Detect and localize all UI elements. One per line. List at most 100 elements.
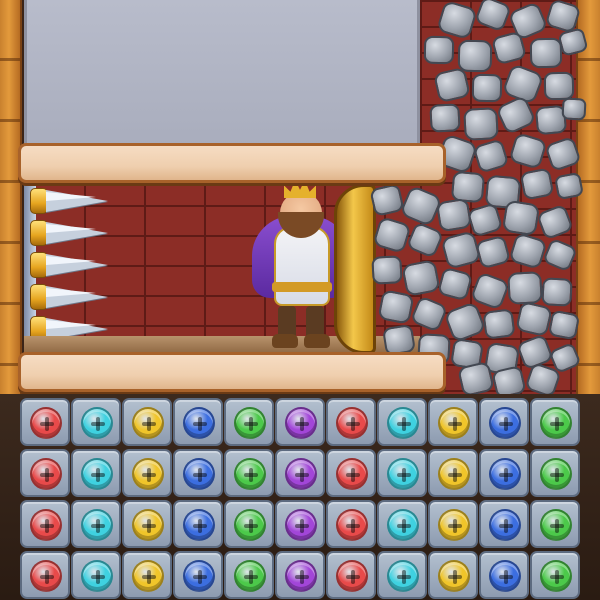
screw-tile[interactable] (326, 398, 376, 446)
screw-tile[interactable] (20, 398, 70, 446)
screw-tile[interactable] (173, 500, 223, 548)
screw-green-icon (540, 509, 572, 541)
screw-purple-icon (285, 509, 317, 541)
screw-cyan-icon (81, 407, 113, 439)
screw-tile[interactable] (224, 449, 274, 497)
king-armor (274, 226, 330, 306)
screw-tile[interactable] (479, 551, 529, 599)
rock-icon (423, 35, 455, 65)
rock-icon (541, 277, 573, 307)
screw-tile[interactable] (71, 551, 121, 599)
screw-tile[interactable] (275, 551, 325, 599)
screw-green-icon (234, 560, 266, 592)
screw-blue-icon (183, 458, 215, 490)
screw-tile[interactable] (530, 551, 580, 599)
screw-blue-icon (183, 407, 215, 439)
screw-tile[interactable] (20, 500, 70, 548)
screw-red-icon (336, 509, 368, 541)
rock-icon (547, 309, 581, 341)
screw-tile[interactable] (428, 449, 478, 497)
rock-icon (435, 197, 473, 233)
screw-yellow-icon (132, 560, 164, 592)
screw-tile[interactable] (326, 551, 376, 599)
screw-tile[interactable] (173, 551, 223, 599)
spike-icon (30, 251, 110, 279)
screw-tile[interactable] (479, 398, 529, 446)
screw-yellow-icon (438, 509, 470, 541)
rock-icon (529, 37, 563, 69)
game-scene (0, 0, 600, 600)
screw-tile[interactable] (122, 500, 172, 548)
screw-tile[interactable] (173, 449, 223, 497)
screw-tile[interactable] (479, 500, 529, 548)
screw-tile[interactable] (122, 551, 172, 599)
screw-red-icon (30, 560, 62, 592)
screw-tile[interactable] (530, 500, 580, 548)
screw-green-icon (540, 458, 572, 490)
rock-icon (457, 39, 493, 73)
screw-green-icon (234, 407, 266, 439)
screw-yellow-icon (438, 560, 470, 592)
screw-tile[interactable] (326, 500, 376, 548)
screw-tile[interactable] (224, 551, 274, 599)
screw-tile[interactable] (122, 398, 172, 446)
screw-blue-icon (489, 509, 521, 541)
rock-icon (482, 308, 516, 340)
screw-tile[interactable] (377, 551, 427, 599)
screw-cyan-icon (387, 560, 419, 592)
screw-tile[interactable] (71, 500, 121, 548)
screw-cyan-icon (81, 560, 113, 592)
screw-red-icon (336, 407, 368, 439)
screw-tile[interactable] (122, 449, 172, 497)
screw-tile[interactable] (428, 551, 478, 599)
screw-tile[interactable] (275, 398, 325, 446)
spike-icon (30, 283, 110, 311)
screw-tile[interactable] (530, 398, 580, 446)
screw-tile[interactable] (377, 398, 427, 446)
screw-purple-icon (285, 560, 317, 592)
rock-icon (471, 73, 503, 103)
rock-icon (429, 103, 461, 133)
screw-tile[interactable] (224, 398, 274, 446)
screw-tile[interactable] (326, 449, 376, 497)
screw-tile[interactable] (20, 449, 70, 497)
screw-tile[interactable] (71, 449, 121, 497)
screw-red-icon (336, 458, 368, 490)
screw-tile[interactable] (275, 449, 325, 497)
screw-tile[interactable] (377, 500, 427, 548)
screw-tile[interactable] (377, 449, 427, 497)
screw-blue-icon (489, 407, 521, 439)
screw-tile[interactable] (428, 398, 478, 446)
screw-blue-icon (183, 509, 215, 541)
rock-icon (561, 97, 587, 121)
screw-cyan-icon (387, 458, 419, 490)
screw-cyan-icon (81, 509, 113, 541)
rock-icon (377, 289, 415, 325)
screw-tile[interactable] (275, 500, 325, 548)
screw-tile[interactable] (71, 398, 121, 446)
screw-tile[interactable] (173, 398, 223, 446)
screw-yellow-icon (132, 407, 164, 439)
screw-tile[interactable] (20, 551, 70, 599)
screw-yellow-icon (438, 458, 470, 490)
screw-blue-icon (489, 560, 521, 592)
rock-icon (371, 255, 403, 285)
wood-frame-left (0, 0, 22, 400)
screw-yellow-icon (132, 458, 164, 490)
screw-red-icon (30, 407, 62, 439)
king-belt (272, 282, 332, 292)
rock-icon (507, 271, 543, 305)
king-boot (272, 334, 298, 348)
screw-tile[interactable] (428, 500, 478, 548)
top-pin[interactable] (18, 143, 446, 183)
rock-icon (543, 71, 575, 101)
screw-tile[interactable] (479, 449, 529, 497)
screw-purple-icon (285, 458, 317, 490)
screw-tile[interactable] (530, 449, 580, 497)
spike-icon (30, 187, 110, 215)
screw-tile[interactable] (224, 500, 274, 548)
spike-icon (30, 219, 110, 247)
screw-purple-icon (285, 407, 317, 439)
bottom-pin[interactable] (18, 352, 446, 392)
rock-icon (501, 199, 541, 237)
